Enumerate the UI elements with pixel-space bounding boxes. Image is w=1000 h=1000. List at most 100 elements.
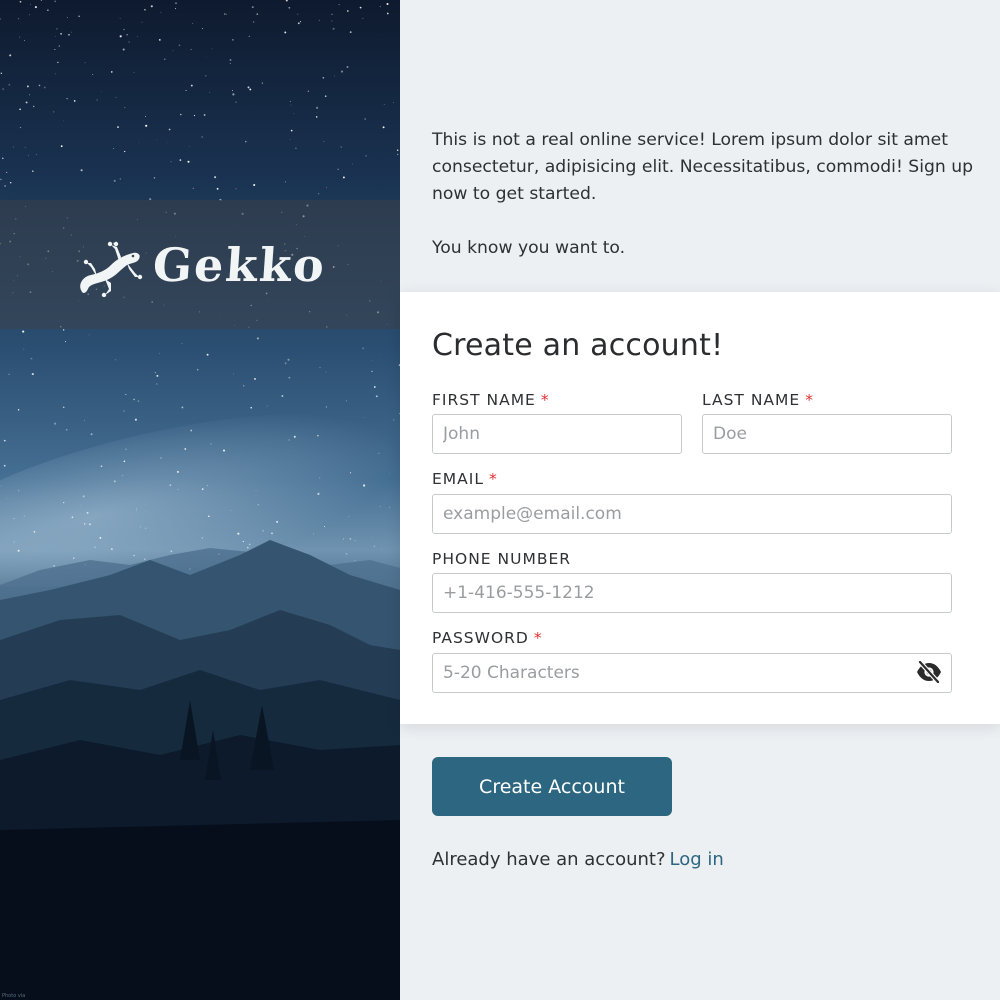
star (210, 443, 212, 445)
star (362, 17, 364, 19)
star (68, 33, 70, 36)
star (26, 85, 29, 88)
star (242, 540, 245, 543)
star (253, 21, 255, 23)
star (299, 21, 302, 23)
first-name-input[interactable] (432, 414, 682, 454)
star (145, 10, 147, 11)
star (13, 517, 15, 520)
required-marker: * (805, 391, 814, 409)
star (119, 35, 122, 38)
star (317, 435, 319, 437)
star (177, 489, 179, 491)
intro-text: This is not a real online service! Lorem… (432, 127, 977, 262)
star (181, 342, 183, 344)
star (284, 362, 287, 365)
star (317, 493, 319, 495)
star (73, 557, 75, 559)
star (57, 61, 59, 64)
star (66, 97, 68, 100)
password-input[interactable] (432, 653, 952, 693)
star (136, 508, 137, 509)
star (262, 530, 264, 532)
star (25, 101, 28, 104)
star (119, 18, 121, 19)
email-input[interactable] (432, 494, 952, 534)
star (346, 10, 349, 12)
brand-banner: Gekko (0, 200, 400, 329)
star (250, 406, 252, 409)
phone-label-text: PHONE NUMBER (432, 550, 572, 568)
star (62, 406, 65, 409)
star (28, 14, 30, 16)
star (393, 102, 394, 103)
first-name-label-text: FIRST NAME (432, 391, 536, 409)
star (65, 341, 67, 343)
star (354, 540, 356, 542)
star (375, 395, 378, 398)
create-account-button[interactable]: Create Account (432, 757, 672, 816)
star (18, 490, 20, 492)
eye-slash-icon[interactable] (915, 660, 943, 684)
star (8, 83, 11, 86)
star (205, 75, 207, 77)
email-label: EMAIL * (432, 470, 498, 488)
star (343, 538, 345, 540)
star (115, 96, 117, 98)
star (251, 6, 254, 9)
star (176, 470, 179, 473)
star (145, 504, 147, 505)
required-marker: * (540, 391, 550, 409)
star (192, 23, 194, 25)
star (122, 475, 124, 477)
star (318, 193, 320, 195)
star (318, 19, 320, 21)
star (150, 5, 153, 8)
star (271, 532, 273, 535)
star (243, 385, 245, 387)
star (365, 155, 367, 157)
star (396, 149, 399, 151)
star (70, 31, 72, 33)
star (348, 516, 350, 518)
star (114, 359, 116, 361)
star (178, 44, 181, 47)
star (214, 176, 217, 179)
star (124, 106, 126, 109)
star (168, 128, 171, 131)
star (31, 373, 34, 376)
star (319, 367, 321, 369)
star (334, 75, 335, 77)
star (338, 4, 340, 6)
star (290, 129, 293, 132)
star (159, 353, 161, 354)
star (235, 188, 237, 190)
star (73, 100, 76, 102)
star (139, 526, 141, 528)
star (323, 141, 325, 142)
star (13, 541, 15, 543)
star (192, 187, 194, 189)
star (319, 477, 321, 479)
phone-input[interactable] (432, 573, 952, 613)
star (33, 105, 35, 108)
last-name-input[interactable] (702, 414, 952, 454)
star (246, 546, 249, 549)
star (123, 410, 125, 412)
star (253, 184, 256, 186)
star (160, 11, 162, 13)
star (203, 114, 206, 116)
star (153, 177, 156, 179)
star (47, 9, 49, 11)
login-link[interactable]: Log in (670, 849, 724, 870)
gecko-icon (79, 241, 142, 297)
star (63, 501, 65, 504)
star (19, 126, 22, 129)
star (230, 510, 232, 512)
star (170, 550, 173, 553)
star (185, 89, 187, 92)
star (55, 73, 56, 75)
star (364, 118, 366, 120)
star (293, 112, 295, 114)
star (113, 480, 116, 483)
